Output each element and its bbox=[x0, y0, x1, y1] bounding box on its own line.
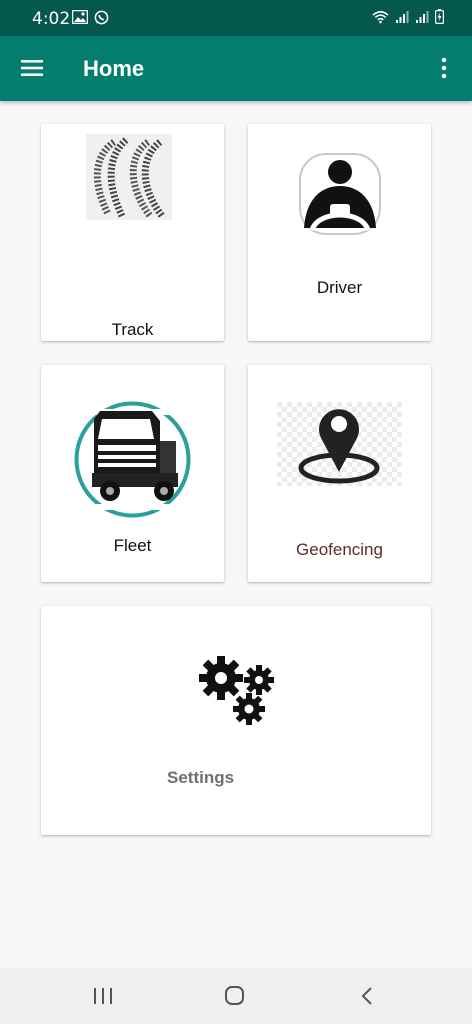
recent-apps-icon bbox=[94, 988, 112, 1004]
overflow-menu-button[interactable] bbox=[434, 56, 454, 80]
more-vert-icon bbox=[441, 57, 447, 79]
hamburger-menu-icon bbox=[21, 60, 43, 76]
status-bar: 4:02 bbox=[0, 0, 472, 36]
home-button[interactable] bbox=[220, 984, 250, 1008]
status-time: 4:02 bbox=[32, 9, 71, 29]
back-icon bbox=[361, 987, 372, 1005]
image-icon bbox=[72, 10, 88, 24]
tire-tracks-icon bbox=[86, 134, 172, 220]
hamburger-menu-button[interactable] bbox=[20, 56, 44, 80]
fleet-label: Fleet bbox=[113, 536, 152, 555]
back-button[interactable] bbox=[352, 984, 382, 1008]
track-label: Track bbox=[111, 320, 154, 339]
battery-icon bbox=[435, 9, 444, 24]
driver-icon bbox=[299, 153, 381, 235]
settings-card[interactable]: Settings bbox=[41, 606, 431, 835]
page-title: Home bbox=[83, 56, 145, 81]
whatsapp-icon bbox=[94, 10, 109, 25]
settings-label: Settings bbox=[167, 768, 235, 787]
track-card[interactable]: Track bbox=[41, 124, 224, 341]
recent-apps-button[interactable] bbox=[88, 984, 118, 1008]
fleet-card[interactable]: Fleet bbox=[41, 365, 224, 582]
map-pin-icon bbox=[277, 402, 402, 486]
signal-icon bbox=[416, 10, 429, 23]
system-nav-bar bbox=[0, 968, 472, 1024]
wifi-icon bbox=[372, 10, 389, 23]
geofencing-card[interactable]: Geofencing bbox=[248, 365, 431, 582]
signal-icon bbox=[396, 10, 409, 23]
app-bar: Home bbox=[0, 36, 472, 101]
geofencing-label: Geofencing bbox=[296, 540, 383, 559]
driver-label: Driver bbox=[316, 278, 363, 297]
gears-icon bbox=[199, 656, 274, 725]
driver-card[interactable]: Driver bbox=[248, 124, 431, 341]
truck-icon bbox=[74, 401, 191, 518]
home-icon bbox=[225, 986, 244, 1005]
